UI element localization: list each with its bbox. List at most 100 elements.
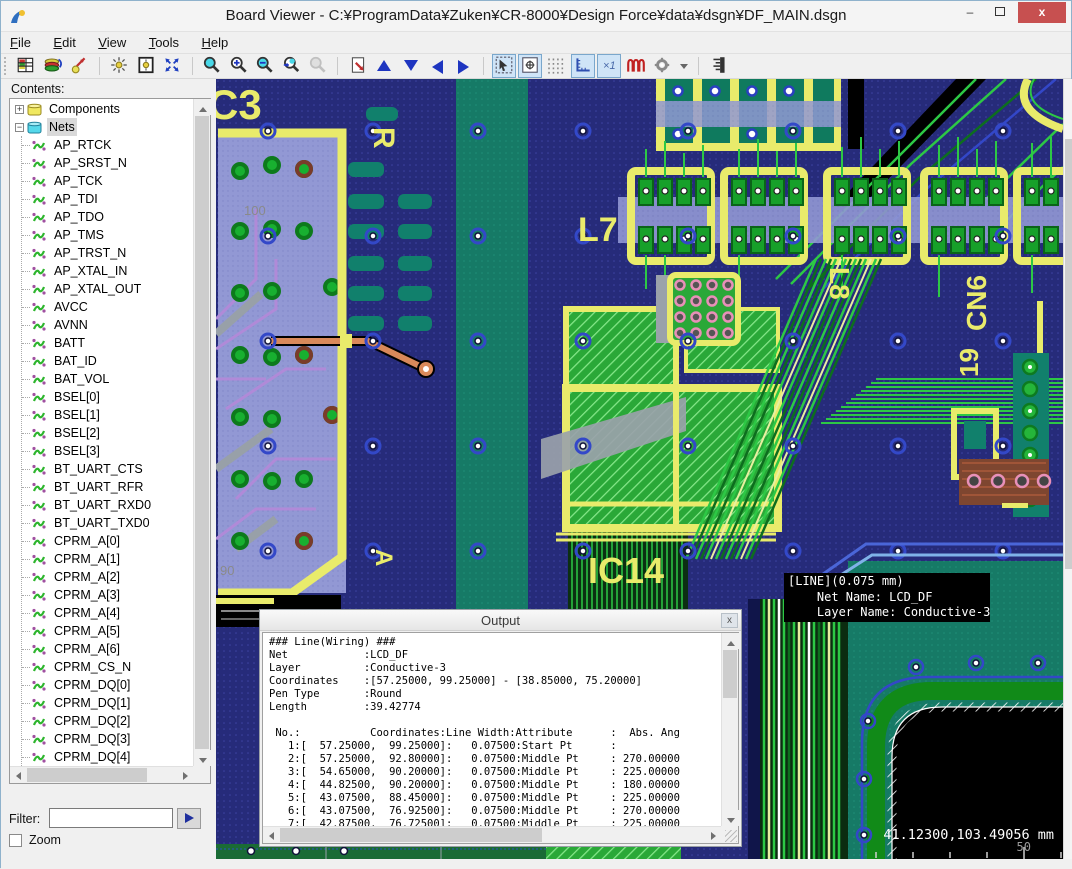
net-name[interactable]: BAT_ID <box>52 352 99 370</box>
tree-node-nets[interactable]: − Nets <box>11 118 193 136</box>
net-name[interactable]: AP_SRST_N <box>52 154 129 172</box>
zoom-checkbox[interactable] <box>9 834 22 847</box>
net-name[interactable]: BSEL[1] <box>52 406 102 424</box>
close-button[interactable]: x <box>1018 2 1066 23</box>
net-name[interactable]: AP_RTCK <box>52 136 113 154</box>
tree-view[interactable]: + Components − Nets AP_RTCK <box>11 100 193 766</box>
net-name[interactable]: CPRM_A[5] <box>52 622 122 640</box>
tree-vertical-scrollbar[interactable] <box>193 99 210 766</box>
net-list-item[interactable]: CPRM_A[6] <box>22 640 193 658</box>
net-name[interactable]: BT_UART_RXD0 <box>52 496 153 514</box>
net-list-item[interactable]: BSEL[3] <box>22 442 193 460</box>
net-list-item[interactable]: BT_UART_RXD0 <box>22 496 193 514</box>
measure-ruler-button[interactable] <box>572 55 594 77</box>
net-name[interactable]: CPRM_DQ[2] <box>52 712 132 730</box>
net-name[interactable]: CPRM_A[1] <box>52 550 122 568</box>
scroll-left-button[interactable] <box>263 827 279 843</box>
net-name[interactable]: BSEL[2] <box>52 424 102 442</box>
net-list-item[interactable]: BSEL[2] <box>22 424 193 442</box>
pan-left-button[interactable] <box>426 55 448 77</box>
net-name[interactable]: CPRM_DQ[1] <box>52 694 132 712</box>
net-name[interactable]: CPRM_DQ[0] <box>52 676 132 694</box>
net-list-item[interactable]: CPRM_DQ[3] <box>22 730 193 748</box>
toolbar-grip[interactable] <box>4 57 9 75</box>
net-list-item[interactable]: AP_TRST_N <box>22 244 193 262</box>
net-list-item[interactable]: BATT <box>22 334 193 352</box>
net-list-item[interactable]: CPRM_A[3] <box>22 586 193 604</box>
net-list-item[interactable]: CPRM_DQ[0] <box>22 676 193 694</box>
output-text[interactable]: ### Line(Wiring) ###Net :LCD_DFLayer :Co… <box>264 634 721 826</box>
redraw-view-button[interactable] <box>347 55 369 77</box>
net-list-item[interactable]: AP_RTCK <box>22 136 193 154</box>
net-name[interactable]: BT_UART_TXD0 <box>52 514 152 532</box>
pan-down-button[interactable] <box>400 55 422 77</box>
menu-help[interactable]: Help <box>193 32 238 53</box>
net-name[interactable]: CPRM_A[6] <box>52 640 122 658</box>
scrollbar-thumb[interactable] <box>723 650 737 698</box>
scroll-down-button[interactable] <box>194 750 211 766</box>
scroll-up-button[interactable] <box>194 99 211 115</box>
grid-toggle-button[interactable] <box>545 55 567 77</box>
net-name[interactable]: BT_UART_CTS <box>52 460 145 478</box>
scroll-up-button[interactable] <box>722 633 739 649</box>
zoom-previous-button[interactable] <box>280 55 302 77</box>
net-name[interactable]: AP_TDO <box>52 208 106 226</box>
net-list-item[interactable]: AVCC <box>22 298 193 316</box>
tree-node-components[interactable]: + Components <box>11 100 193 118</box>
net-list-item[interactable]: CPRM_A[1] <box>22 550 193 568</box>
output-vertical-scrollbar[interactable] <box>721 633 738 826</box>
settings-gear-button[interactable] <box>651 55 673 77</box>
net-list-item[interactable]: BSEL[0] <box>22 388 193 406</box>
scroll-down-button[interactable] <box>722 810 739 826</box>
net-name[interactable]: CPRM_A[4] <box>52 604 122 622</box>
pan-up-button[interactable] <box>373 55 395 77</box>
net-name[interactable]: AP_TMS <box>52 226 106 244</box>
expand-icon[interactable]: + <box>15 105 24 114</box>
net-list-item[interactable]: AP_XTAL_OUT <box>22 280 193 298</box>
highlight-button[interactable] <box>108 55 130 77</box>
gear-dropdown-button[interactable] <box>678 55 690 77</box>
net-name[interactable]: AP_XTAL_OUT <box>52 280 143 298</box>
scroll-right-button[interactable] <box>177 767 193 783</box>
scroll-right-button[interactable] <box>705 827 721 843</box>
net-list-item[interactable]: CPRM_A[5] <box>22 622 193 640</box>
net-name[interactable]: CPRM_A[2] <box>52 568 122 586</box>
scrollbar-thumb[interactable] <box>1065 139 1072 569</box>
filter-apply-button[interactable] <box>177 808 201 829</box>
net-list-item[interactable]: BT_UART_RFR <box>22 478 193 496</box>
filter-input[interactable] <box>49 808 173 828</box>
net-list-item[interactable]: CPRM_DQ[2] <box>22 712 193 730</box>
output-close-button[interactable]: x <box>721 613 738 628</box>
pan-right-button[interactable] <box>453 55 475 77</box>
maximize-button[interactable] <box>985 2 1015 23</box>
net-list-item[interactable]: CPRM_A[2] <box>22 568 193 586</box>
net-list-item[interactable]: AP_TDI <box>22 190 193 208</box>
net-name[interactable]: CPRM_DQ[4] <box>52 748 132 766</box>
scrollbar-thumb[interactable] <box>280 828 542 842</box>
net-list-item[interactable]: AP_XTAL_IN <box>22 262 193 280</box>
scrollbar-thumb[interactable] <box>27 768 147 782</box>
net-name[interactable]: AP_XTAL_IN <box>52 262 129 280</box>
frame-display-button[interactable] <box>135 55 157 77</box>
net-name[interactable]: AVNN <box>52 316 90 334</box>
net-name[interactable]: BSEL[3] <box>52 442 102 460</box>
select-object-button[interactable] <box>493 55 515 77</box>
pcb-canvas[interactable]: C3 R L7 L8 IC14 A CN6 19 100 90 <box>216 79 1063 859</box>
net-name[interactable]: CPRM_A[0] <box>52 532 122 550</box>
net-name[interactable]: AP_TCK <box>52 172 105 190</box>
net-list-item[interactable]: AP_TCK <box>22 172 193 190</box>
zoom-out-button[interactable] <box>254 55 276 77</box>
net-name[interactable]: BT_UART_RFR <box>52 478 145 496</box>
select-frame-button[interactable] <box>519 55 541 77</box>
net-list-item[interactable]: BT_UART_CTS <box>22 460 193 478</box>
scroll-left-button[interactable] <box>10 767 26 783</box>
zoom-in-button[interactable] <box>228 55 250 77</box>
components-label[interactable]: Components <box>47 100 122 118</box>
cross-section-button[interactable] <box>708 55 730 77</box>
net-list-item[interactable]: CPRM_A[0] <box>22 532 193 550</box>
fit-board-button[interactable] <box>161 55 183 77</box>
net-list-item[interactable]: AP_SRST_N <box>22 154 193 172</box>
output-window[interactable]: Output x ### Line(Wiring) ###Net :LCD_DF… <box>259 609 742 847</box>
resize-grip[interactable] <box>725 830 737 842</box>
net-name[interactable]: BAT_VOL <box>52 370 111 388</box>
